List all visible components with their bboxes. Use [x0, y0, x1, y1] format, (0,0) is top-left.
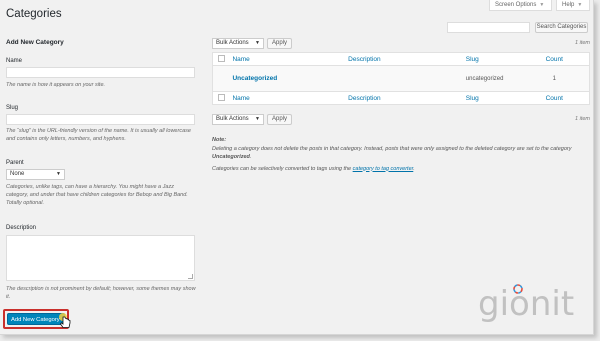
chevron-down-icon: ▼ [56, 171, 61, 177]
parent-label: Parent [6, 160, 24, 166]
table-header: Name Description Slug Count [212, 52, 590, 66]
column-description-footer[interactable]: Description [348, 91, 466, 105]
chevron-down-icon: ▼ [255, 40, 260, 46]
bulk-actions-label: Bulk Actions [216, 116, 249, 122]
search-categories-button[interactable]: Search Categories [535, 22, 588, 33]
slug-field[interactable] [6, 114, 195, 125]
description-textarea[interactable] [6, 235, 195, 281]
column-description[interactable]: Description [348, 52, 466, 66]
note-delete-text: Deleting a category does not delete the … [212, 145, 587, 162]
apply-button-top[interactable]: Apply [267, 38, 292, 49]
hand-cursor-icon [59, 313, 71, 328]
apply-button-bottom[interactable]: Apply [267, 114, 292, 125]
categories-table: Name Description Slug Count Uncategorize… [212, 52, 590, 105]
parent-help: Categories, unlike tags, can have a hier… [6, 184, 188, 206]
slug-label: Slug [6, 105, 19, 111]
help-label: Help [562, 2, 575, 8]
column-count-footer[interactable]: Count [545, 91, 590, 105]
tag-converter-link[interactable]: category to tag converter [353, 166, 414, 172]
add-new-category-button[interactable]: Add New Category [7, 313, 65, 325]
screen-options-tab[interactable]: Screen Options ▼ [489, 0, 552, 11]
note-delete-text-c: . [249, 154, 252, 160]
table-footer: Name Description Slug Count [212, 91, 590, 105]
note-convert-text-a: Categories can be selectively converted … [212, 165, 353, 172]
bulk-actions-select-bottom[interactable]: Bulk Actions ▼ [212, 114, 264, 125]
gionit-watermark-logo: gionit [478, 284, 574, 324]
slug-help: The “slug” is the URL-friendly version o… [6, 128, 191, 142]
screen-options-label: Screen Options [495, 2, 537, 8]
page-title: Categories [6, 8, 62, 20]
name-field[interactable] [6, 67, 195, 78]
note-convert-text-b: . [413, 165, 415, 172]
admin-screen: Screen Options ▼ Help ▼ Categories Search … [0, 0, 594, 335]
select-all-checkbox[interactable] [218, 55, 225, 63]
column-count[interactable]: Count [545, 52, 590, 66]
note-title: Note: [212, 137, 227, 143]
select-all-checkbox-footer[interactable] [218, 94, 225, 102]
category-name-link[interactable]: Uncategorized [232, 75, 277, 82]
note-uncategorized: Uncategorized [212, 154, 250, 160]
form-title: Add New Category [6, 39, 64, 46]
note-convert-text: Categories can be selectively converted … [212, 165, 587, 174]
note-delete-text-a: Deleting a category does not delete the … [212, 145, 572, 152]
note: Note: Deleting a category does not delet… [212, 136, 587, 173]
resize-grip-icon[interactable] [188, 274, 193, 279]
description-label: Description [6, 225, 37, 231]
items-count-bottom: 1 item [575, 116, 590, 122]
category-slug: uncategorized [465, 65, 546, 92]
description-help: The description is not prominent by defa… [6, 286, 196, 300]
category-count[interactable]: 1 [545, 65, 590, 92]
chevron-down-icon: ▼ [255, 116, 260, 122]
column-slug[interactable]: Slug [465, 52, 546, 66]
bulk-actions-select-top[interactable]: Bulk Actions ▼ [212, 38, 264, 49]
parent-select[interactable]: None ▼ [6, 169, 65, 180]
bulk-actions-label: Bulk Actions [216, 40, 249, 46]
name-help: The name is how it appears on your site. [6, 82, 106, 88]
parent-selected-value: None [10, 171, 25, 177]
caret-down-icon: ▼ [539, 2, 545, 8]
help-tab[interactable]: Help ▼ [556, 0, 590, 11]
category-description [348, 65, 466, 92]
watermark-text: gionit [478, 284, 574, 324]
column-name[interactable]: Name [232, 52, 349, 66]
items-count-top: 1 item [575, 40, 590, 46]
column-slug-footer[interactable]: Slug [465, 91, 546, 105]
table-row: Uncategorized uncategorized 1 [212, 65, 590, 92]
caret-down-icon: ▼ [577, 2, 583, 8]
name-label: Name [6, 58, 23, 64]
column-name-footer[interactable]: Name [232, 91, 349, 105]
search-input[interactable] [447, 22, 530, 33]
